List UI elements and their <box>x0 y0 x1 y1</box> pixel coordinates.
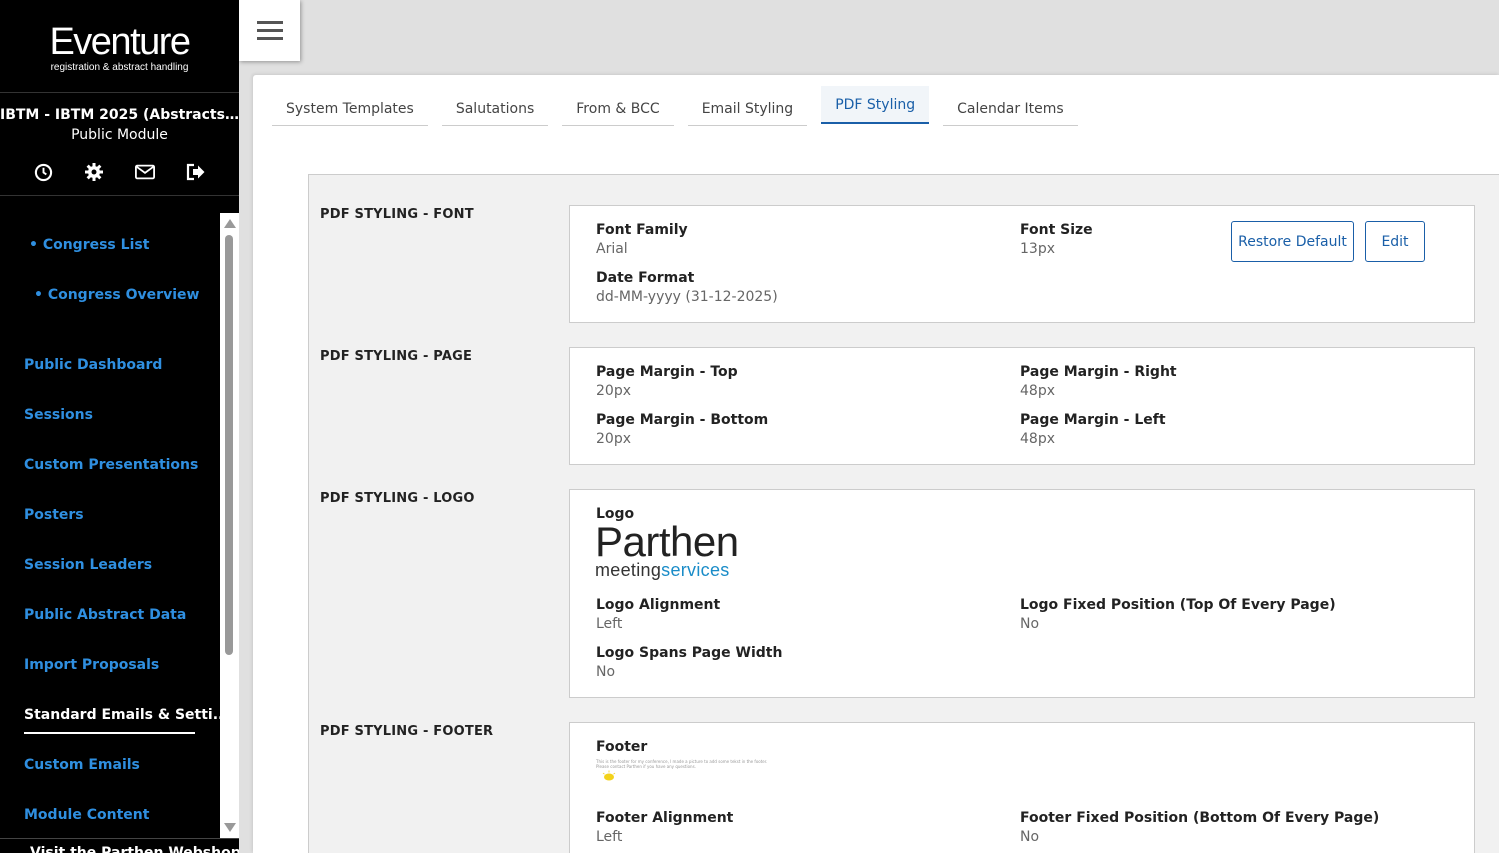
parthen-logo-sub: meetingservices <box>595 561 739 579</box>
footer-fixed-label: Footer Fixed Position (Bottom Of Every P… <box>1020 810 1380 826</box>
nav-posters[interactable]: Posters <box>24 507 84 523</box>
font-family-value: Arial <box>596 241 628 257</box>
footer-label: Footer <box>596 739 648 755</box>
margin-bottom-label: Page Margin - Bottom <box>596 412 769 428</box>
edit-button[interactable]: Edit <box>1365 221 1425 262</box>
margin-left-label: Page Margin - Left <box>1020 412 1166 428</box>
tab-email-styling[interactable]: Email Styling <box>687 91 808 126</box>
nav-custom-emails[interactable]: Custom Emails <box>24 757 140 773</box>
nav-sessions[interactable]: Sessions <box>24 407 93 423</box>
logo-fixed-value: No <box>1020 616 1040 632</box>
nav-session-leaders[interactable]: Session Leaders <box>24 557 152 573</box>
sidebar-nav: • Congress List • Congress Overview Publ… <box>0 213 220 838</box>
nav-custom-presentations[interactable]: Custom Presentations <box>24 457 198 473</box>
margin-left-value: 48px <box>1020 431 1055 447</box>
sun-icon <box>602 770 616 781</box>
footer-fixed-value: No <box>1020 829 1040 845</box>
app-logo[interactable]: Eventure registration & abstract handlin… <box>0 0 239 93</box>
tab-from-bcc[interactable]: From & BCC <box>562 91 674 126</box>
section-title-logo: PDF STYLING - LOGO <box>320 491 475 506</box>
tab-bar: System Templates Salutations From & BCC … <box>272 86 1078 126</box>
sidebar-icon-bar <box>0 162 239 182</box>
main-panel: System Templates Salutations From & BCC … <box>253 75 1499 853</box>
footer-alignment-value: Left <box>596 829 623 845</box>
scroll-down-icon[interactable] <box>224 823 236 832</box>
font-size-value: 13px <box>1020 241 1055 257</box>
tab-calendar-items[interactable]: Calendar Items <box>943 91 1078 126</box>
page-card: Page Margin - Top 20px Page Margin - Rig… <box>569 347 1475 465</box>
logo-card: Logo Parthen meetingservices Logo Alignm… <box>569 489 1475 698</box>
font-family-label: Font Family <box>596 222 688 238</box>
scroll-up-icon[interactable] <box>224 219 236 228</box>
webshop-link[interactable]: Visit the Parthen Webshop <box>30 845 239 853</box>
restore-default-button[interactable]: Restore Default <box>1231 221 1354 262</box>
logout-icon[interactable] <box>186 162 206 182</box>
sidebar-bottom-divider <box>0 838 239 839</box>
module-name: Public Module <box>71 127 168 143</box>
congress-name: IBTM - IBTM 2025 (Abstracts & Par... <box>0 107 239 123</box>
margin-right-value: 48px <box>1020 383 1055 399</box>
nav-congress-list[interactable]: • Congress List <box>29 237 149 253</box>
nav-standard-emails[interactable]: Standard Emails & Setti... <box>24 707 220 723</box>
date-format-label: Date Format <box>596 270 695 286</box>
sidebar-divider <box>0 195 239 196</box>
section-title-footer: PDF STYLING - FOOTER <box>320 724 494 739</box>
hamburger-icon <box>256 21 283 24</box>
nav-congress-overview[interactable]: • Congress Overview <box>34 287 199 303</box>
mail-icon[interactable] <box>135 162 155 182</box>
parthen-logo-image: Parthen meetingservices <box>595 518 739 580</box>
footer-card: Footer This is the footer for my confere… <box>569 722 1475 853</box>
sidebar: Eventure registration & abstract handlin… <box>0 0 239 853</box>
date-format-value: dd-MM-yyyy (31-12-2025) <box>596 289 778 305</box>
scroll-thumb[interactable] <box>225 235 233 655</box>
footer-image: This is the footer for my conference, I … <box>596 759 767 787</box>
pdf-styling-content: PDF STYLING - FONT Font Family Arial Fon… <box>308 174 1499 853</box>
gear-icon[interactable] <box>84 162 104 182</box>
tab-system-templates[interactable]: System Templates <box>272 91 428 126</box>
footer-image-line2: Please contact Parthen if you have any q… <box>596 764 696 769</box>
logo-alignment-value: Left <box>596 616 623 632</box>
menu-toggle-button[interactable] <box>239 0 300 61</box>
nav-import-proposals[interactable]: Import Proposals <box>24 657 159 673</box>
nav-public-abstract-data[interactable]: Public Abstract Data <box>24 607 186 623</box>
sidebar-scrollbar[interactable] <box>220 213 239 838</box>
footer-alignment-label: Footer Alignment <box>596 810 734 826</box>
margin-top-label: Page Margin - Top <box>596 364 738 380</box>
margin-right-label: Page Margin - Right <box>1020 364 1177 380</box>
logo-subtitle: registration & abstract handling <box>50 62 189 73</box>
font-size-label: Font Size <box>1020 222 1093 238</box>
logo-spans-value: No <box>596 664 616 680</box>
logo-spans-label: Logo Spans Page Width <box>596 645 783 661</box>
parthen-logo-sub-a: meeting <box>595 560 662 580</box>
font-card: Font Family Arial Font Size 13px Date Fo… <box>569 205 1475 323</box>
nav-module-content[interactable]: Module Content <box>24 807 149 823</box>
tab-pdf-styling[interactable]: PDF Styling <box>821 86 930 124</box>
parthen-logo-main: Parthen <box>595 518 739 565</box>
section-title-page: PDF STYLING - PAGE <box>320 349 473 364</box>
nav-active-underline <box>24 732 195 734</box>
margin-bottom-value: 20px <box>596 431 631 447</box>
section-title-font: PDF STYLING - FONT <box>320 207 474 222</box>
nav-public-dashboard[interactable]: Public Dashboard <box>24 357 162 373</box>
clock-icon[interactable] <box>33 162 53 182</box>
margin-top-value: 20px <box>596 383 631 399</box>
logo-title: Eventure <box>49 21 191 63</box>
logo-fixed-label: Logo Fixed Position (Top Of Every Page) <box>1020 597 1336 613</box>
tab-salutations[interactable]: Salutations <box>441 91 549 126</box>
logo-alignment-label: Logo Alignment <box>596 597 721 613</box>
parthen-logo-sub-b: services <box>661 560 730 580</box>
